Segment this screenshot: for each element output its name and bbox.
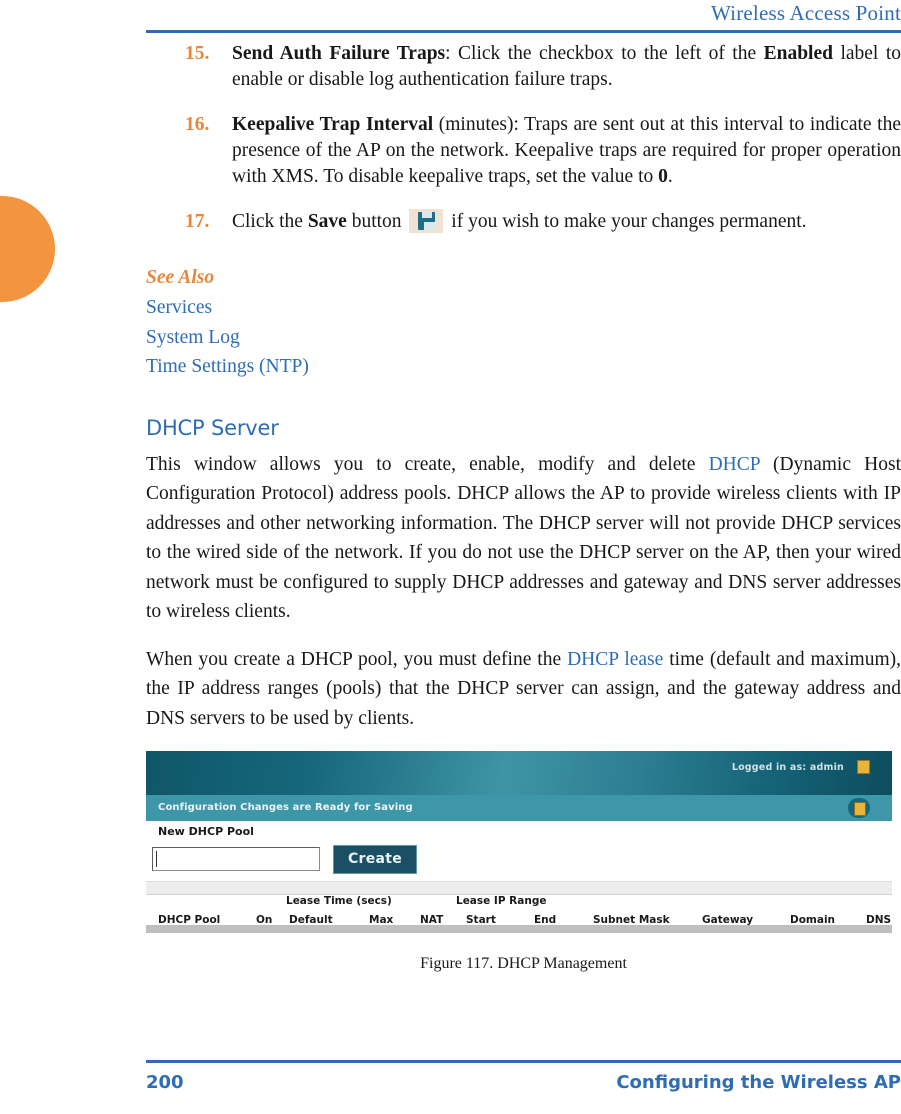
list-item-text-tail: .: [667, 166, 673, 187]
footer-rule: [146, 1060, 901, 1063]
running-header: Wireless Access Point: [146, 0, 901, 34]
list-item-number: 17.: [185, 211, 210, 232]
app-title-bar: Logged in as: admin: [146, 751, 892, 795]
header-rule: [146, 30, 901, 33]
see-also-block: See Also Services System Log Time Settin…: [146, 263, 901, 382]
paragraph-text-cont: (Dynamic Host Configuration Protocol) ad…: [146, 453, 901, 623]
new-pool-name-input[interactable]: [152, 847, 320, 871]
paragraph-text: This window allows you to create, enable…: [146, 453, 709, 475]
table-group-header-lease-time: Lease Time (secs): [286, 895, 392, 907]
header-title: Wireless Access Point: [711, 1, 901, 25]
save-icon: [409, 209, 444, 233]
see-also-link-services[interactable]: Services: [146, 293, 901, 323]
list-item-number: 15.: [185, 43, 210, 64]
text-caret: [156, 851, 157, 867]
paragraph-text: When you create a DHCP pool, you must de…: [146, 648, 568, 670]
see-also-title: See Also: [146, 267, 215, 288]
logout-icon[interactable]: [857, 760, 870, 774]
list-item-number: 16.: [185, 114, 210, 135]
page-footer: 200 Configuring the Wireless AP: [146, 1060, 901, 1100]
footer-chapter-title: Configuring the Wireless AP: [616, 1072, 901, 1093]
list-item-term: Send Auth Failure Traps: [232, 43, 446, 64]
list-item: 17. Click the Save button if you wish to …: [146, 209, 901, 235]
list-item-emphasis: Enabled: [763, 43, 833, 64]
see-also-link-system-log[interactable]: System Log: [146, 323, 901, 353]
list-item: 15. Send Auth Failure Traps: Click the ch…: [146, 41, 901, 93]
app-body: New DHCP Pool Create Lease Time (secs) L…: [146, 821, 892, 933]
list-item-term: Save: [307, 211, 347, 232]
table-group-header-lease-ip-range: Lease IP Range: [456, 895, 547, 907]
save-config-icon[interactable]: [848, 798, 870, 818]
logged-in-status: Logged in as: admin: [731, 762, 844, 773]
new-dhcp-pool-label: New DHCP Pool: [158, 825, 254, 838]
section-heading-dhcp-server: DHCP Server: [146, 415, 279, 440]
list-item-text-pre: Click the: [232, 211, 308, 232]
floppy-disk-glyph: [418, 212, 436, 230]
inline-link-dhcp-lease[interactable]: DHCP lease: [567, 649, 663, 670]
inline-link-dhcp[interactable]: DHCP: [709, 454, 760, 475]
page-content: 15. Send Auth Failure Traps: Click the ch…: [146, 41, 901, 973]
page-number: 200: [146, 1072, 184, 1093]
paragraph-dhcp-intro: This window allows you to create, enable…: [146, 450, 901, 627]
embedded-screenshot-dhcp-management: Logged in as: admin Configuration Change…: [146, 751, 892, 933]
config-status-text: Configuration Changes are Ready for Savi…: [158, 802, 413, 813]
paragraph-dhcp-pool: When you create a DHCP pool, you must de…: [146, 645, 901, 734]
list-item-emphasis: 0: [658, 166, 668, 187]
config-status-bar: Configuration Changes are Ready for Savi…: [146, 795, 892, 821]
list-item-text: : Click the checkbox to the left of the: [445, 43, 764, 64]
list-item-term: Keepalive Trap Interval: [232, 114, 434, 135]
see-also-link-time-settings[interactable]: Time Settings (NTP): [146, 352, 901, 382]
list-item: 16. Keepalive Trap Interval (minutes): Tr…: [146, 112, 901, 190]
create-button[interactable]: Create: [333, 845, 417, 874]
list-item-text-tail: if you wish to make your changes permane…: [446, 211, 807, 232]
figure-caption: Figure 117. DHCP Management: [420, 955, 627, 972]
table-bottom-bar: [146, 925, 892, 933]
section-divider: [146, 881, 892, 895]
list-item-text: button: [346, 211, 407, 232]
document-page: Wireless Access Point 15. Send Auth Failu…: [0, 0, 901, 1114]
